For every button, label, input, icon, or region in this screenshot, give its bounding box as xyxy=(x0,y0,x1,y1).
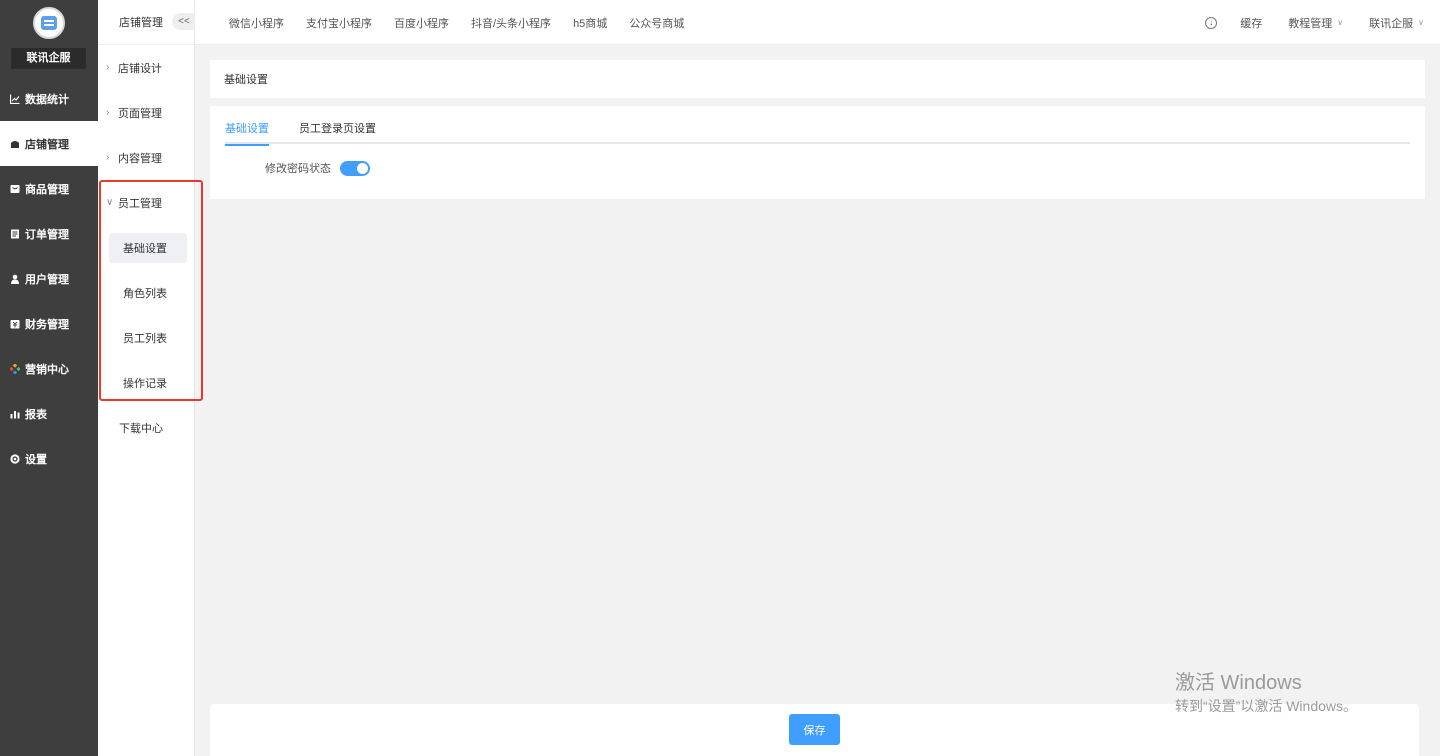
sub-item-content-manage[interactable]: › 内容管理 xyxy=(98,135,194,180)
brand-area: 联讯企服 xyxy=(0,0,98,76)
nav-label: 订单管理 xyxy=(25,228,69,241)
brand-name: 联讯企服 xyxy=(11,48,86,69)
save-button[interactable]: 保存 xyxy=(789,714,840,745)
user-icon xyxy=(10,274,20,284)
nav-label: 商品管理 xyxy=(25,183,69,196)
tutorial-dropdown[interactable]: 教程管理 ∨ xyxy=(1288,15,1343,31)
cache-label: 缓存 xyxy=(1240,17,1263,30)
sub-item-page-manage[interactable]: › 页面管理 xyxy=(98,90,194,135)
top-bar: 微信小程序 支付宝小程序 百度小程序 抖音/头条小程序 h5商城 公众号商城 ↓… xyxy=(195,0,1440,45)
gear-icon xyxy=(10,453,20,464)
nav-label: 店铺管理 xyxy=(25,138,69,151)
settings-tabs: 基础设置 员工登录页设置 xyxy=(225,120,1410,146)
nav-item-stats[interactable]: 数据统计 xyxy=(0,76,98,121)
finance-icon xyxy=(10,319,20,329)
chevron-right-icon: › xyxy=(106,107,110,118)
nav-item-goods[interactable]: 商品管理 xyxy=(0,166,98,211)
tutorial-label: 教程管理 xyxy=(1288,17,1333,30)
tab-alipay-miniprogram[interactable]: 支付宝小程序 xyxy=(306,15,372,31)
nav-item-marketing[interactable]: 营销中心 xyxy=(0,346,98,391)
tab-staff-login-settings[interactable]: 员工登录页设置 xyxy=(299,120,376,144)
sub-child-label: 操作记录 xyxy=(123,377,167,390)
sub-item-label: 员工管理 xyxy=(118,197,162,210)
chevron-right-icon: › xyxy=(106,62,110,73)
page-title: 基础设置 xyxy=(224,74,268,86)
goods-icon xyxy=(10,184,20,194)
main-sidebar: 联讯企服 数据统计 店铺管理 商品管理 订单管理 用户管理 财务管理 营销中心 … xyxy=(0,0,98,756)
account-dropdown[interactable]: 联讯企服 ∨ xyxy=(1369,15,1424,31)
sub-item-label: 页面管理 xyxy=(118,107,162,120)
chevron-down-icon: ∨ xyxy=(1418,18,1424,27)
nav-item-store[interactable]: 店铺管理 xyxy=(0,121,98,166)
nav-label: 财务管理 xyxy=(25,318,69,331)
watermark-subtitle: 转到“设置”以激活 Windows。 xyxy=(1175,698,1358,714)
nav-item-report[interactable]: 报表 xyxy=(0,391,98,436)
top-right-actions: ↓ 缓存 教程管理 ∨ 联讯企服 ∨ xyxy=(1205,0,1424,45)
sub-child-basic-settings[interactable]: 基础设置 xyxy=(98,225,194,270)
nav-label: 数据统计 xyxy=(25,93,69,106)
sub-item-store-design[interactable]: › 店铺设计 xyxy=(98,45,194,90)
sub-child-label: 角色列表 xyxy=(123,287,167,300)
sub-sidebar-title: 店铺管理 xyxy=(119,17,163,29)
collapse-sidebar-button[interactable]: << xyxy=(172,13,196,30)
cache-link[interactable]: 缓存 xyxy=(1240,15,1262,31)
report-icon xyxy=(10,409,20,419)
watermark-title: 激活 Windows xyxy=(1175,672,1302,694)
toggle-knob xyxy=(357,162,368,174)
sub-item-staff-manage[interactable]: ∨ 员工管理 xyxy=(98,180,194,225)
account-label: 联讯企服 xyxy=(1369,17,1414,30)
windows-activation-watermark: 激活 Windows 转到“设置”以激活 Windows。 xyxy=(1175,670,1357,716)
tab-baidu-miniprogram[interactable]: 百度小程序 xyxy=(394,15,449,31)
tab-douyin-miniprogram[interactable]: 抖音/头条小程序 xyxy=(471,15,551,31)
sub-item-label: 内容管理 xyxy=(118,152,162,165)
tab-wechat-miniprogram[interactable]: 微信小程序 xyxy=(229,15,284,31)
breadcrumb: 基础设置 xyxy=(210,60,1425,98)
store-icon xyxy=(10,139,20,149)
sub-child-staff-list[interactable]: 员工列表 xyxy=(98,315,194,360)
chart-line-icon xyxy=(10,94,20,104)
platform-tabs: 微信小程序 支付宝小程序 百度小程序 抖音/头条小程序 h5商城 公众号商城 xyxy=(229,0,706,45)
chevron-down-icon: ∨ xyxy=(106,197,114,208)
marketing-icon xyxy=(10,363,20,374)
chevron-down-icon: ∨ xyxy=(1337,18,1344,27)
password-status-row: 修改密码状态 xyxy=(265,160,370,176)
nav-item-finance[interactable]: 财务管理 xyxy=(0,301,98,346)
nav-item-settings[interactable]: 设置 xyxy=(0,436,98,481)
order-icon xyxy=(10,229,20,239)
sub-item-label: 店铺设计 xyxy=(118,62,162,75)
password-status-label: 修改密码状态 xyxy=(265,163,331,175)
sub-child-label: 员工列表 xyxy=(123,332,167,345)
download-icon[interactable]: ↓ xyxy=(1205,16,1218,29)
sub-child-operation-log[interactable]: 操作记录 xyxy=(98,360,194,405)
password-status-toggle[interactable] xyxy=(340,160,370,176)
logo-icon xyxy=(41,16,57,30)
sub-item-download-center[interactable]: 下载中心 xyxy=(98,405,194,450)
nav-item-orders[interactable]: 订单管理 xyxy=(0,211,98,256)
nav-label: 用户管理 xyxy=(25,273,69,286)
nav-label: 营销中心 xyxy=(25,363,69,376)
tab-h5-mall[interactable]: h5商城 xyxy=(573,15,607,31)
sub-child-label: 基础设置 xyxy=(123,242,167,255)
tab-official-account-mall[interactable]: 公众号商城 xyxy=(629,15,684,31)
settings-panel: 基础设置 员工登录页设置 修改密码状态 xyxy=(210,106,1425,199)
sub-item-label: 下载中心 xyxy=(119,422,163,435)
sub-sidebar: 店铺管理 << › 店铺设计 › 页面管理 › 内容管理 ∨ 员工管理 基础设置… xyxy=(98,0,196,756)
nav-label: 设置 xyxy=(25,453,47,466)
chevron-right-icon: › xyxy=(106,152,110,163)
sub-child-role-list[interactable]: 角色列表 xyxy=(98,270,194,315)
brand-logo[interactable] xyxy=(33,7,65,39)
nav-item-users[interactable]: 用户管理 xyxy=(0,256,98,301)
tab-basic-settings[interactable]: 基础设置 xyxy=(225,120,269,146)
nav-label: 报表 xyxy=(25,408,47,421)
